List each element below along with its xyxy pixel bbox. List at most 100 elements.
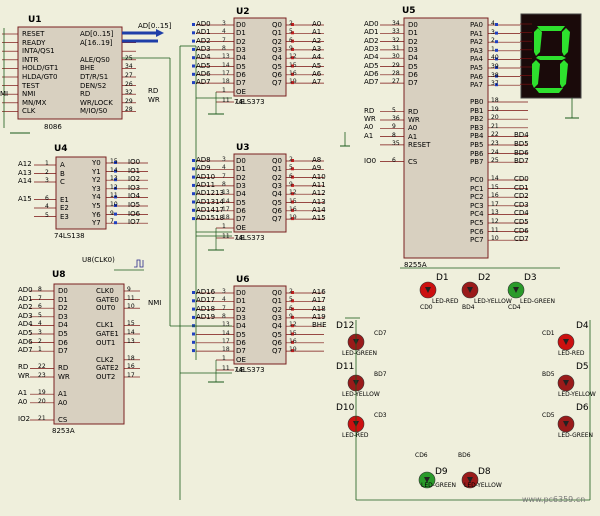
- net-in: AD11: [196, 180, 216, 189]
- pin-num: 1: [38, 346, 42, 354]
- pin-u8-right: OUT0: [96, 304, 116, 313]
- pin-num: 5: [392, 106, 396, 114]
- pin-u1-left: HLDA/GT0: [22, 73, 58, 81]
- pin-marker: [192, 56, 195, 60]
- pin-num: 11: [491, 226, 499, 234]
- pin-u5-pa: PA0: [470, 21, 484, 29]
- pin-q: Q6: [272, 70, 282, 79]
- pin-q: Q7: [272, 79, 282, 88]
- pin-d: D3: [236, 313, 246, 322]
- pin-q: Q2: [272, 37, 282, 46]
- pin-num: 15: [491, 183, 499, 191]
- net-in: AD6: [364, 69, 379, 78]
- pin-u8-in: CS: [58, 416, 68, 424]
- pin-num: 39: [491, 63, 499, 70]
- pin-u5-pb: PB6: [470, 149, 484, 158]
- pin-marker: [192, 217, 195, 221]
- pin-u8-in: A1: [58, 390, 68, 399]
- net-in: AD1: [196, 28, 211, 37]
- pin-marker: [192, 64, 195, 68]
- pin-num: 9: [110, 209, 114, 217]
- pin-u8-in: A0: [58, 398, 68, 407]
- pin-u5-pa: PA5: [470, 64, 484, 72]
- pin-num: 1: [45, 160, 49, 167]
- bus-arrow: [156, 29, 164, 37]
- pin-num: 36: [392, 115, 400, 122]
- net-out: A10: [312, 172, 326, 181]
- pin-num: 17: [222, 69, 230, 77]
- chip-ref-u5: U5: [402, 6, 416, 16]
- pin-num: 13: [491, 209, 499, 217]
- pin-num: 18: [127, 354, 135, 362]
- pin-u5-pb: PB0: [470, 98, 484, 106]
- net-label: RD: [148, 87, 159, 95]
- pin-u1-left: MN/MX: [22, 98, 47, 107]
- pin-d: D2: [236, 173, 246, 182]
- pin-u8-in: WR: [58, 373, 70, 381]
- pin-num: 6: [392, 156, 396, 164]
- pin-num: 9: [289, 44, 293, 52]
- pin-num: 7: [110, 218, 114, 226]
- pin-u1-left: NMI: [22, 90, 36, 99]
- net-out: CD0: [514, 175, 529, 183]
- pin-u8-in: D6: [58, 338, 68, 347]
- pin-d: D6: [236, 70, 246, 79]
- pin-num: 8: [222, 312, 226, 320]
- pin-le: LE: [236, 98, 245, 106]
- pin-q: Q1: [272, 165, 282, 174]
- pin-q: Q5: [272, 330, 282, 339]
- pin-u4-y: Y6: [92, 210, 101, 219]
- net-out: IO4: [128, 192, 141, 201]
- net-in: AD7: [196, 78, 211, 87]
- pin-marker: [192, 183, 195, 187]
- pin-d: D2: [236, 37, 246, 46]
- net-out: CD6: [514, 226, 529, 235]
- clk-label: U8(CLK0): [82, 256, 115, 264]
- net-out: A8: [312, 156, 322, 164]
- net-out: A5: [312, 61, 322, 70]
- pin-num: 38: [491, 71, 499, 79]
- net-out: A15: [312, 214, 326, 223]
- pin-num: 30: [392, 53, 400, 61]
- pin-num: 21: [491, 122, 499, 130]
- pin-num: 2: [491, 37, 495, 45]
- led-ref: D6: [576, 403, 589, 413]
- pin-num: 25: [125, 54, 133, 62]
- pin-num: 4: [491, 20, 495, 27]
- pin-num: 12: [289, 189, 297, 197]
- pin-num: 6: [289, 304, 293, 312]
- pin-num: 6: [38, 303, 42, 311]
- pin-u5-in: A1: [408, 132, 418, 141]
- net-out: CD7: [514, 235, 529, 244]
- led-type: LED-YELLOW: [342, 391, 380, 398]
- led-type: LED-RED: [558, 350, 585, 357]
- pin-q: Q6: [272, 206, 282, 215]
- pin-u8-in: D5: [58, 330, 68, 338]
- pin-q: Q4: [272, 190, 282, 199]
- pin-q: Q3: [272, 313, 282, 322]
- led-net: CD3: [374, 412, 387, 419]
- pin-u8-right: OUT1: [96, 338, 116, 347]
- pin-le: LE: [236, 366, 245, 374]
- pin-num: 12: [289, 53, 297, 61]
- pin-u5-pb: PB3: [470, 123, 484, 132]
- pin-num: 5: [289, 28, 293, 36]
- pin-oe: OE: [236, 356, 246, 364]
- seg-a: [537, 26, 565, 31]
- pin-d: D1: [236, 165, 246, 174]
- pin-num: 27: [392, 78, 400, 86]
- pin-u1-right: DT/R/S1: [80, 73, 109, 81]
- pin-num: 12: [491, 218, 499, 225]
- pin-marker: [192, 340, 195, 344]
- pin-num: 27: [125, 72, 133, 79]
- net-in: AD1417: [196, 205, 224, 214]
- net-in: AD7: [364, 78, 379, 87]
- pin-q: Q6: [272, 338, 282, 347]
- pin-u5-in: D3: [408, 45, 418, 54]
- pin-d: D5: [236, 62, 246, 71]
- pin-d: D4: [236, 190, 246, 199]
- pin-u5-in: D4: [408, 54, 418, 63]
- pin-num: 3: [222, 20, 226, 27]
- pin-u4-in: E2: [60, 204, 69, 212]
- led-ref: D8: [478, 467, 491, 477]
